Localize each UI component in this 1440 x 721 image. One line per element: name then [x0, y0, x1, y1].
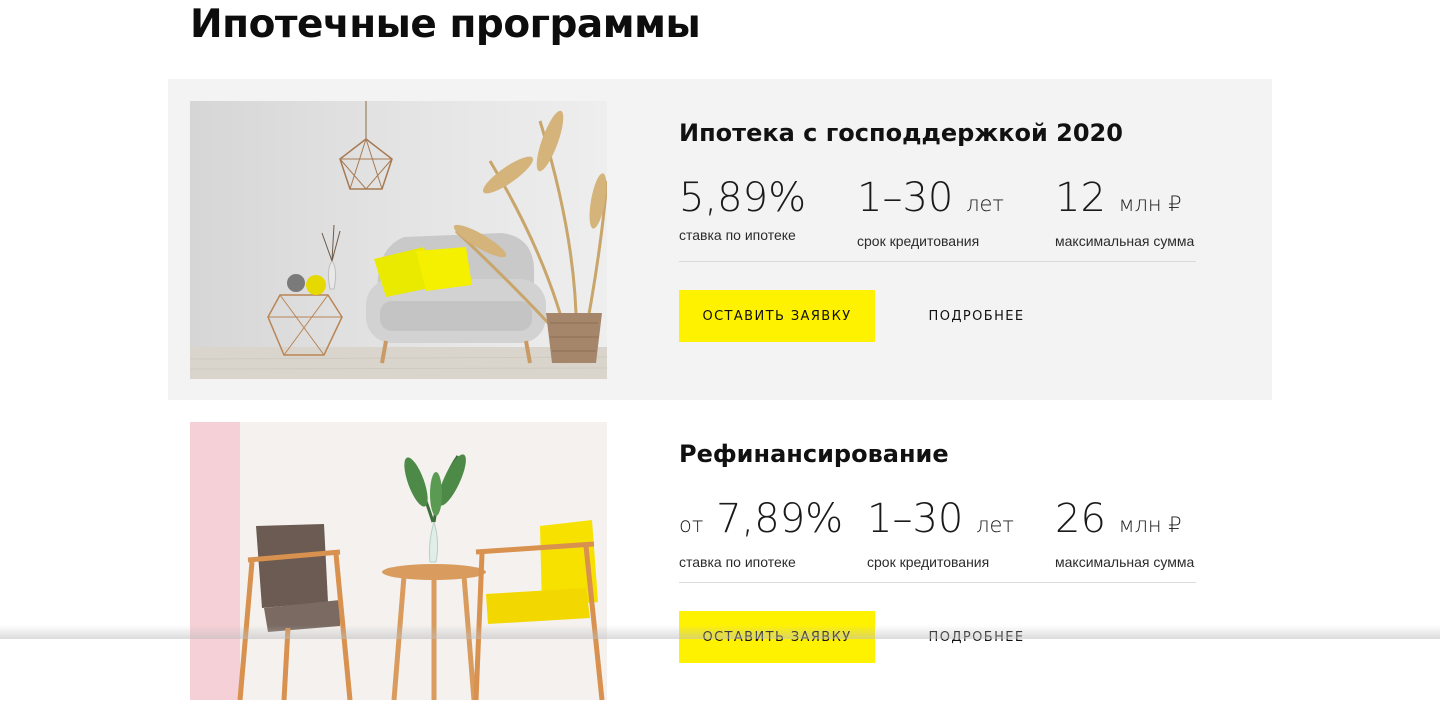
- amount-unit: млн ₽: [1118, 192, 1182, 216]
- term-unit: лет: [976, 513, 1014, 537]
- term-stat: 1–30 лет срок кредитования: [867, 496, 1014, 570]
- page-title: Ипотечные программы: [190, 2, 701, 47]
- term-caption: срок кредитования: [857, 233, 980, 249]
- program-card-gos-support: Ипотека с господдержкой 2020 5,89% ставк…: [168, 79, 1272, 400]
- term-unit: лет: [966, 192, 1004, 216]
- rate-caption: ставка по ипотеке: [679, 227, 796, 243]
- rate-caption: ставка по ипотеке: [679, 554, 796, 570]
- rate-stat: 5,89% ставка по ипотеке: [679, 175, 806, 243]
- program-image: [190, 422, 607, 700]
- term-value: 1–30 лет: [857, 175, 1004, 221]
- details-link[interactable]: ПОДРОБНЕЕ: [909, 290, 1044, 342]
- amount-value: 26 млн ₽: [1055, 496, 1182, 542]
- program-stats: 5,89% ставка по ипотеке 1–30 лет срок кр…: [679, 175, 1196, 262]
- program-card-refinancing: Рефинансирование от 7,89% ставка по ипот…: [168, 400, 1272, 721]
- program-image: [190, 101, 607, 379]
- amount-stat: 12 млн ₽ максимальная сумма: [1055, 175, 1194, 249]
- rate-value: от 7,89%: [679, 496, 844, 542]
- program-stats: от 7,89% ставка по ипотеке 1–30 лет срок…: [679, 496, 1196, 583]
- amount-unit: млн ₽: [1118, 513, 1182, 537]
- program-title: Рефинансирование: [679, 440, 949, 468]
- rate-stat: от 7,89% ставка по ипотеке: [679, 496, 843, 570]
- term-stat: 1–30 лет срок кредитования: [857, 175, 1004, 249]
- rate-prefix: от: [679, 513, 704, 537]
- apply-button[interactable]: ОСТАВИТЬ ЗАЯВКУ: [679, 290, 875, 342]
- term-caption: срок кредитования: [867, 554, 990, 570]
- amount-stat: 26 млн ₽ максимальная сумма: [1055, 496, 1194, 570]
- amount-value: 12 млн ₽: [1055, 175, 1182, 221]
- scroll-shadow: [0, 625, 1440, 639]
- amount-caption: максимальная сумма: [1055, 554, 1195, 570]
- program-title: Ипотека с господдержкой 2020: [679, 119, 1123, 147]
- amount-caption: максимальная сумма: [1055, 233, 1195, 249]
- term-value: 1–30 лет: [867, 496, 1014, 542]
- rate-value: 5,89%: [679, 175, 807, 221]
